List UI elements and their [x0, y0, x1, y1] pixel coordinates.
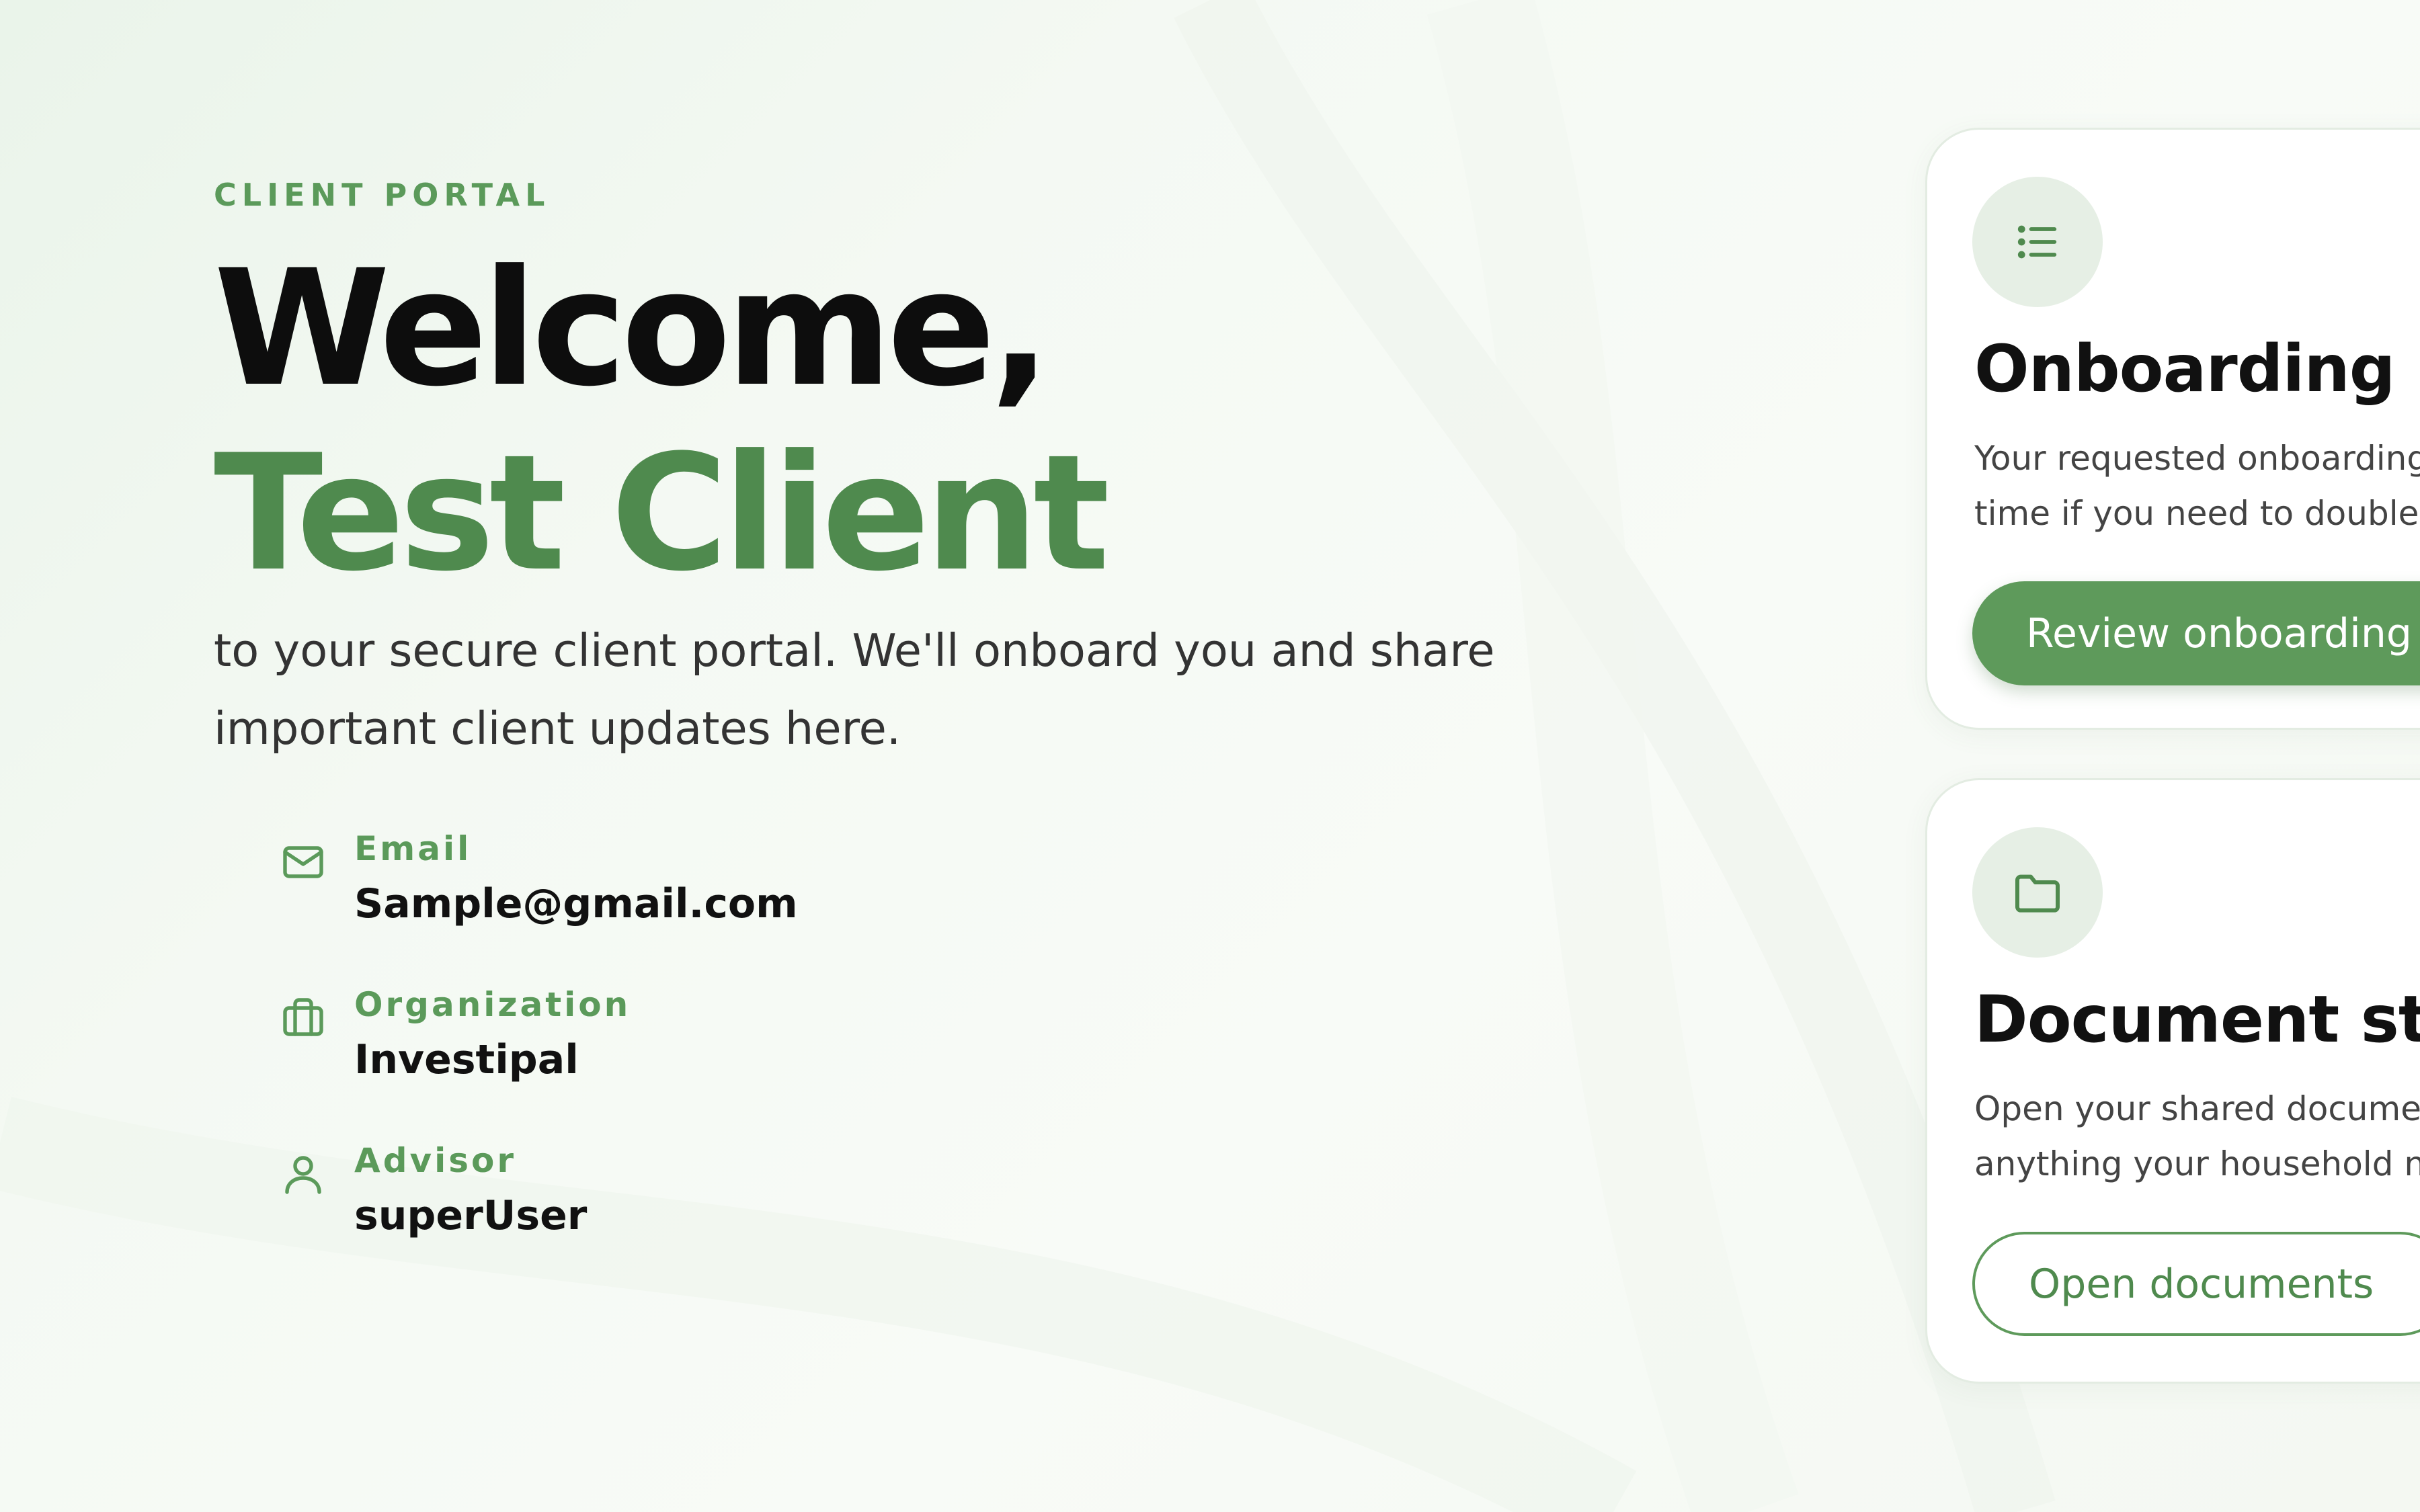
card-title: Onboarding — [1974, 331, 2395, 407]
detail-advisor: Advisor superUser — [279, 1135, 798, 1245]
documents-card: Document sto Open your shared docume any… — [1925, 778, 2420, 1384]
card-description-line: Your requested onboarding — [1974, 439, 2420, 478]
welcome-heading: Welcome, — [214, 236, 1051, 422]
card-description: Open your shared docume anything your ho… — [1974, 1081, 2420, 1191]
open-documents-button[interactable]: Open documents — [1972, 1232, 2420, 1336]
intro-text: to your secure client portal. We'll onbo… — [214, 624, 1495, 755]
detail-label: Organization — [354, 985, 631, 1024]
client-details: Email Sample@gmail.com Organization Inve… — [279, 823, 798, 1291]
detail-value: Investipal — [354, 1036, 579, 1083]
client-name-heading: Test Client — [214, 421, 1110, 607]
card-description: Your requested onboarding time if you ne… — [1974, 431, 2420, 541]
folder-icon — [1972, 827, 2103, 958]
card-description-line: Open your shared docume — [1974, 1089, 2420, 1128]
detail-value: Sample@gmail.com — [354, 880, 798, 927]
detail-email: Email Sample@gmail.com — [279, 823, 798, 933]
detail-organization: Organization Investipal — [279, 979, 798, 1089]
detail-label: Email — [354, 829, 472, 868]
onboarding-card: Onboarding Your requested onboarding tim… — [1925, 128, 2420, 730]
page: CLIENT PORTAL Welcome, Test Client to yo… — [0, 0, 2420, 1512]
eyebrow-label: CLIENT PORTAL — [214, 177, 551, 213]
card-title: Document sto — [1974, 982, 2420, 1057]
list-icon — [1972, 177, 2103, 307]
detail-value: superUser — [354, 1192, 588, 1239]
mail-icon — [283, 846, 323, 878]
briefcase-icon — [283, 998, 323, 1036]
card-description-line: time if you need to double — [1974, 494, 2419, 533]
detail-label: Advisor — [354, 1141, 516, 1180]
card-description-line: anything your household n — [1974, 1144, 2420, 1183]
hero-section: CLIENT PORTAL Welcome, Test Client to yo… — [214, 168, 1693, 767]
user-icon — [285, 1156, 321, 1194]
review-onboarding-button[interactable]: Review onboarding — [1972, 581, 2420, 685]
